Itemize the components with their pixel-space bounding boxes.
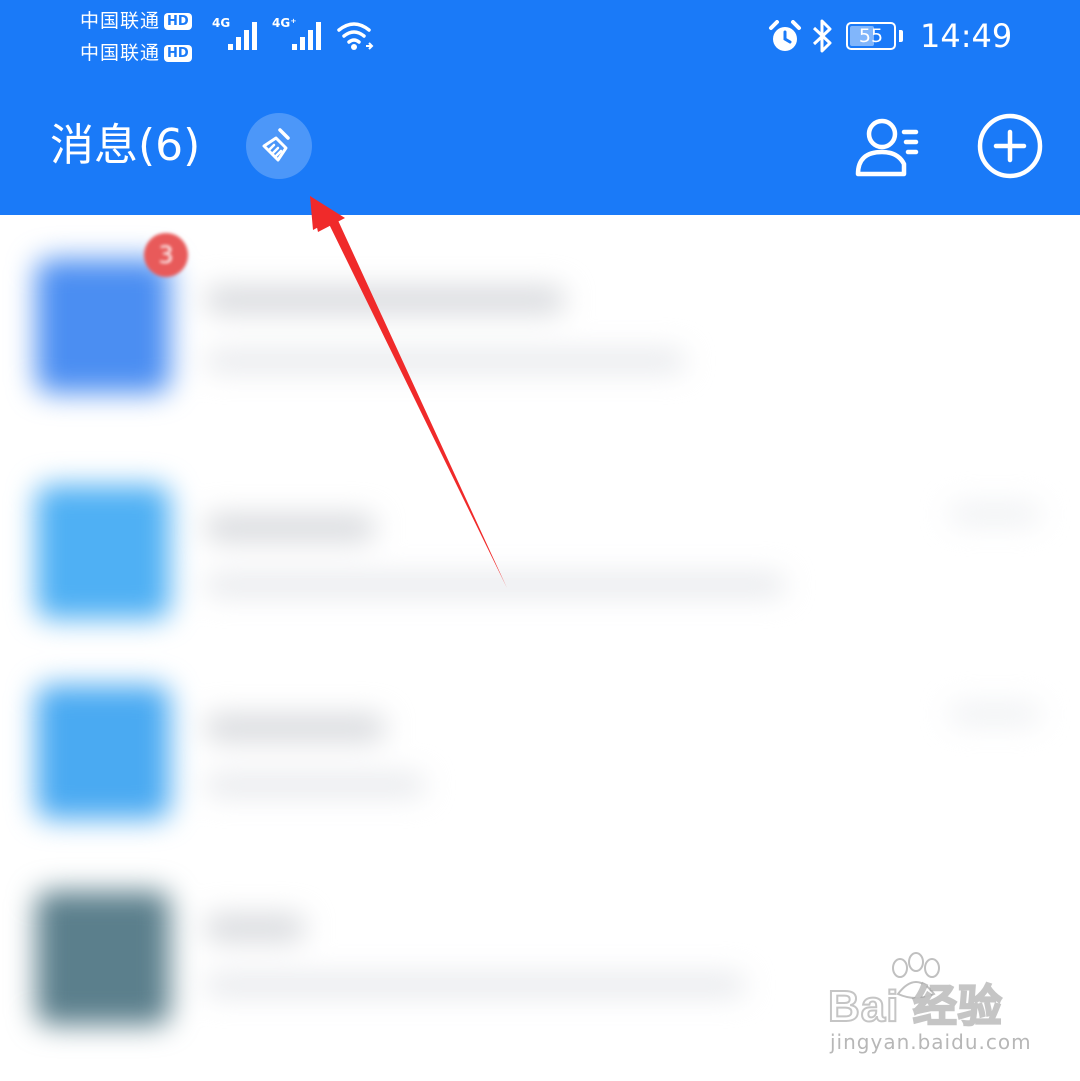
time-placeholder (950, 505, 1040, 523)
list-item[interactable] (0, 675, 1080, 885)
name-placeholder (205, 515, 375, 541)
avatar (36, 485, 170, 619)
broom-icon (262, 128, 290, 162)
message-preview-placeholder (205, 351, 685, 371)
add-button[interactable] (974, 110, 1046, 182)
title-bar: 消息(6) (0, 100, 1080, 200)
battery-level: 55 (858, 25, 884, 47)
app-header: 中国联通 HD 中国联通 HD 4G 4G⁺ 55 14:49 消息(6) (0, 0, 1080, 215)
alarm-icon (769, 20, 801, 51)
message-preview-placeholder (205, 975, 745, 995)
hd-badge-2: HD (164, 45, 192, 62)
carrier-1: 中国联通 HD (80, 10, 192, 32)
clean-unread-button[interactable] (246, 113, 312, 179)
status-bar: 中国联通 HD 中国联通 HD 4G 4G⁺ 55 14:49 (0, 0, 1080, 80)
avatar (36, 891, 170, 1025)
bluetooth-icon (812, 19, 832, 53)
signal-icon (228, 22, 257, 50)
page-title: 消息(6) (50, 120, 201, 171)
plus-circle-icon (977, 113, 1043, 179)
baidu-watermark: Bai 经验 jingyan.baidu.com (827, 952, 1048, 1060)
contacts-icon (855, 118, 919, 177)
name-placeholder (205, 715, 385, 741)
name-placeholder (205, 915, 305, 941)
watermark-url: jingyan.baidu.com (830, 1030, 1032, 1054)
carrier-1-label: 中国联通 (80, 10, 161, 32)
name-placeholder (205, 287, 565, 313)
avatar (36, 259, 170, 393)
status-time: 14:49 (920, 17, 1013, 55)
carrier-2: 中国联通 HD (80, 42, 192, 64)
battery-tip (899, 30, 903, 42)
avatar (36, 685, 170, 819)
wifi-icon (337, 22, 374, 50)
signal-icon-2 (292, 22, 321, 50)
contacts-button[interactable] (852, 112, 924, 184)
message-preview-placeholder (205, 575, 785, 595)
watermark-brand: Bai 经验 (827, 981, 1003, 1032)
message-preview-placeholder (205, 775, 425, 795)
carrier-2-label: 中国联通 (80, 42, 161, 64)
time-placeholder (950, 705, 1040, 723)
battery-icon: 55 (846, 22, 896, 50)
list-item[interactable] (0, 465, 1080, 675)
hd-badge-1: HD (164, 13, 192, 30)
unread-badge: 3 (144, 233, 188, 277)
